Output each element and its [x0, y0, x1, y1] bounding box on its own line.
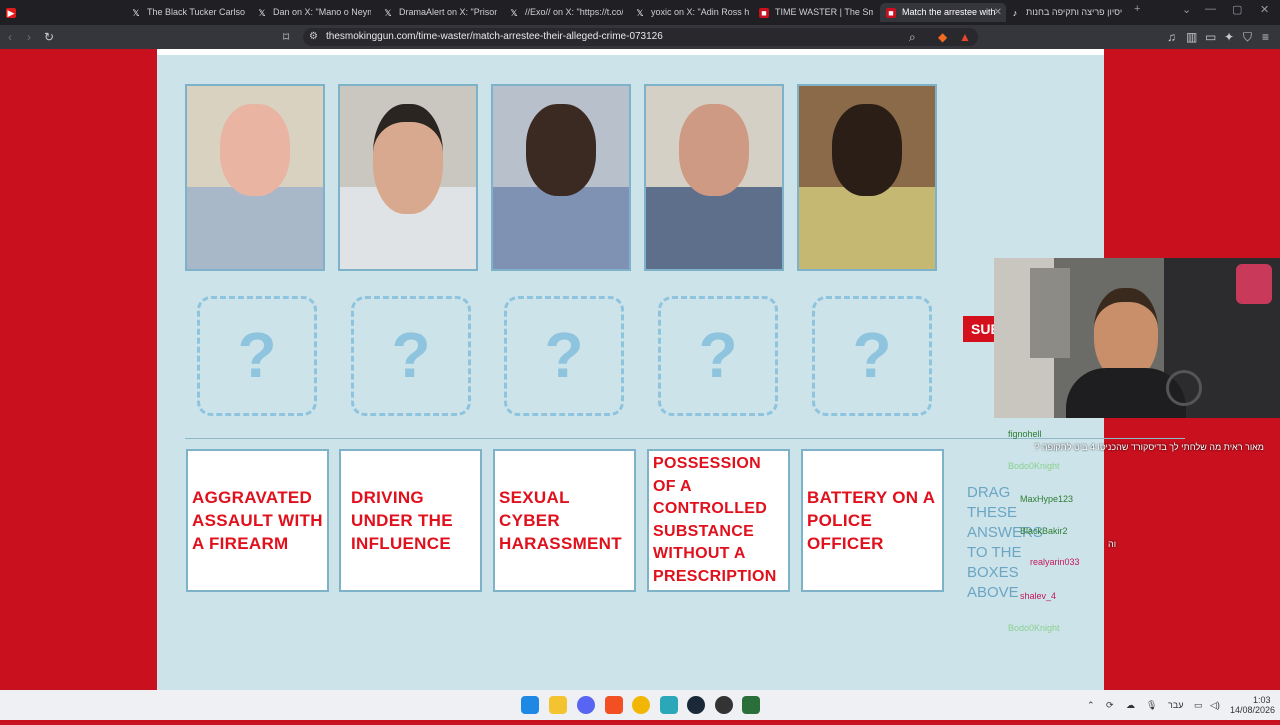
windows-taskbar: ⌃ ⟳ ☁ 🎙 עבר ▭ ◁) 1:03 14/08/2026	[0, 690, 1280, 720]
chat-username: Bodo0Knight	[1008, 623, 1060, 633]
network-icon[interactable]: ▭	[1194, 690, 1203, 720]
x-logo-icon: 𝕏	[510, 8, 518, 18]
answer-card-1[interactable]: AGGRAVATED ASSAULT WITH A FIREARM	[186, 449, 329, 592]
tab-8[interactable]: ♪ניסיון פריצה ותקיפה בחנות...	[1010, 3, 1122, 22]
bookmark-icon[interactable]: ⌑	[283, 25, 289, 49]
x-logo-icon: 𝕏	[384, 8, 392, 18]
file-explorer-icon[interactable]	[549, 696, 567, 714]
chat-username: fignohell	[1008, 429, 1042, 439]
tab-active[interactable]: ■ Match the arrestee with ✕	[880, 3, 1006, 22]
input-language[interactable]: עבר	[1168, 690, 1183, 720]
sidebar-icon[interactable]: ▥	[1186, 25, 1197, 49]
app-icon[interactable]	[632, 696, 650, 714]
volume-icon[interactable]: ◁)	[1210, 690, 1220, 720]
brave-icon[interactable]	[605, 696, 623, 714]
smoking-gun-icon: ■	[886, 8, 896, 18]
address-toolbar: ‹ › ↻ ⌑ ⚙ thesmokinggun.com/time-waster/…	[0, 25, 1280, 49]
tray-app-icon[interactable]: ☁	[1126, 690, 1135, 720]
discord-icon[interactable]	[577, 696, 595, 714]
answer-card-2[interactable]: DRIVING UNDER THE INFLUENCE	[339, 449, 482, 592]
tiktok-icon: ♪	[1012, 8, 1018, 18]
arrestee-photo-4[interactable]	[644, 84, 784, 271]
tray-overflow-icon[interactable]: ⌃	[1087, 690, 1095, 720]
steam-icon[interactable]	[687, 696, 705, 714]
tab-4[interactable]: 𝕏//Exo// on X: "https://t.co/jl	[509, 3, 623, 22]
arrestee-photo-3[interactable]	[491, 84, 631, 271]
app-icon[interactable]	[660, 696, 678, 714]
obs-icon[interactable]	[715, 696, 733, 714]
forward-icon[interactable]: ›	[27, 25, 31, 49]
close-window-icon[interactable]: ✕	[1260, 3, 1269, 16]
arrestee-photo-2[interactable]	[338, 84, 478, 271]
microphone-icon[interactable]: 🎙	[1146, 690, 1157, 720]
site-info-icon[interactable]: ⚙	[309, 28, 318, 46]
minimize-icon[interactable]: —	[1205, 3, 1216, 15]
smoking-gun-icon: ■	[759, 8, 769, 18]
back-icon[interactable]: ‹	[8, 25, 12, 49]
answer-card-4[interactable]: POSSESSION OF A CONTROLLED SUBSTANCE WIT…	[647, 449, 790, 592]
clock-date[interactable]: 14/08/2026	[1230, 695, 1275, 725]
start-button-icon[interactable]	[521, 696, 539, 714]
new-tab-icon[interactable]: +	[1134, 3, 1140, 15]
close-tab-icon[interactable]: ✕	[994, 3, 1002, 22]
youtube-icon[interactable]: ▶	[6, 3, 22, 22]
tab-2[interactable]: 𝕏Dan on X: "Mano o Neymar	[257, 3, 371, 22]
vpn-icon[interactable]: ⛉	[1243, 25, 1252, 49]
chat-message: מאור ראית מה שלחתי לך בדיסקורד שהכניסו 4…	[1034, 442, 1264, 452]
x-logo-icon: 𝕏	[636, 8, 644, 18]
browser-tab-strip: ▶ 𝕏The Black Tucker Carlson Jr 𝕏Dan on X…	[0, 0, 1280, 25]
x-logo-icon: 𝕏	[258, 8, 266, 18]
x-logo-icon: 𝕏	[132, 8, 140, 18]
zoom-icon[interactable]: ⌕	[909, 25, 916, 49]
app-icon[interactable]	[742, 696, 760, 714]
drop-slot-4[interactable]: ?	[658, 296, 778, 416]
tab-3[interactable]: 𝕏DramaAlert on X: "Prison sta	[383, 3, 497, 22]
chat-username: MaxHype123	[1020, 494, 1074, 504]
wallet-icon[interactable]: ▭	[1205, 25, 1216, 49]
chat-message: וה	[1108, 539, 1117, 549]
drop-slot-5[interactable]: ?	[812, 296, 932, 416]
chat-username: realyarin033	[1030, 557, 1080, 567]
drop-slot-1[interactable]: ?	[197, 296, 317, 416]
tray-app-icon[interactable]: ⟳	[1106, 690, 1114, 720]
drop-slot-3[interactable]: ?	[504, 296, 624, 416]
brave-shield-icon[interactable]: ◆	[938, 25, 947, 49]
tab-6[interactable]: ■TIME WASTER | The Smoking	[759, 3, 873, 22]
drop-slot-2[interactable]: ?	[351, 296, 471, 416]
tab-5[interactable]: 𝕏yoxic on X: "Adin Ross has c	[635, 3, 749, 22]
arrestee-photo-1[interactable]	[185, 84, 325, 271]
media-icon[interactable]: ♫	[1167, 25, 1176, 49]
answer-card-5[interactable]: BATTERY ON A POLICE OFFICER	[801, 449, 944, 592]
chat-username: shalev_4	[1020, 591, 1057, 601]
reload-icon[interactable]: ↻	[44, 25, 54, 49]
leo-icon[interactable]: ✦	[1224, 25, 1234, 49]
panel-top-band	[157, 49, 1104, 55]
tab-1[interactable]: 𝕏The Black Tucker Carlson Jr	[131, 3, 245, 22]
maximize-icon[interactable]: ▢	[1232, 3, 1242, 16]
chat-username: Bodo0Knight	[1008, 461, 1060, 471]
brave-rewards-icon[interactable]: ▲	[959, 25, 971, 49]
arrestee-photo-5[interactable]	[797, 84, 937, 271]
url-field[interactable]: ⚙ thesmokinggun.com/time-waster/match-ar…	[303, 28, 978, 46]
chat-username: BlackBakir2	[1020, 526, 1068, 536]
answer-card-3[interactable]: SEXUAL CYBER HARASSMENT	[493, 449, 636, 592]
menu-icon[interactable]: ≡	[1262, 25, 1269, 49]
webcam-overlay	[994, 258, 1280, 418]
tab-search-icon[interactable]: ⌄	[1182, 3, 1191, 16]
